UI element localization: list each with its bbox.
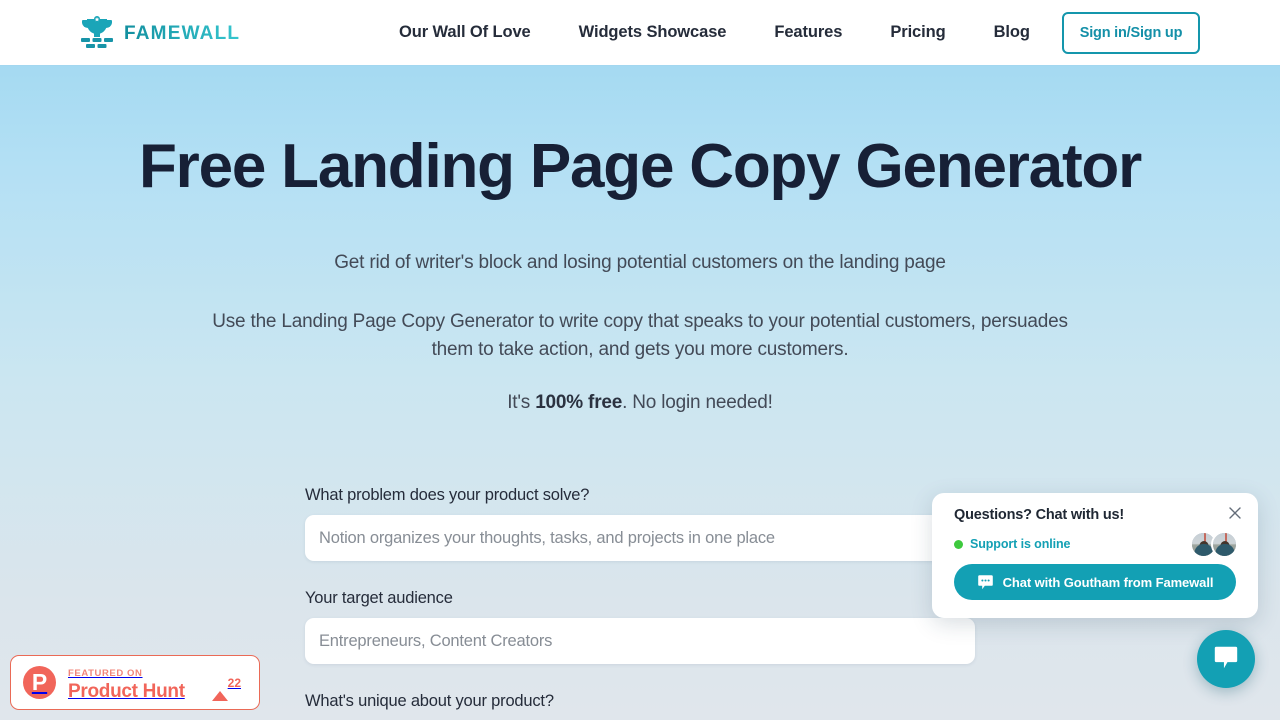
hero-subtitle-secondary: Use the Landing Page Copy Generator to w… <box>212 311 1068 360</box>
chat-bubble-icon <box>1212 644 1240 675</box>
nav-item-blog[interactable]: Blog <box>994 23 1030 42</box>
brand-logo[interactable]: FAMEWALL <box>78 15 274 51</box>
site-header: FAMEWALL Our Wall Of Love Widgets Showca… <box>0 0 1280 65</box>
free-note-emphasis: 100% free <box>535 392 623 413</box>
field-problem-label: What problem does your product solve? <box>305 486 590 504</box>
chat-bubble-icon <box>977 574 994 591</box>
chat-status: Support is online <box>954 537 1070 551</box>
nav-item-our-wall-of-love[interactable]: Our Wall Of Love <box>399 23 531 42</box>
field-problem-input[interactable] <box>305 515 975 561</box>
sign-in-sign-up-button[interactable]: Sign in/Sign up <box>1062 12 1200 54</box>
hero-free-note: It's 100% free. No login needed! <box>0 392 1280 414</box>
chat-prompt-card: Questions? Chat with us! Support is onli… <box>932 493 1258 618</box>
nav-item-features[interactable]: Features <box>774 23 842 42</box>
free-note-prefix: It's <box>507 392 536 413</box>
field-audience: Your target audience <box>305 589 975 664</box>
nav-item-widgets-showcase[interactable]: Widgets Showcase <box>579 23 727 42</box>
copy-generator-form: What problem does your product solve? Yo… <box>305 486 975 711</box>
free-note-suffix: . No login needed! <box>622 392 773 413</box>
product-hunt-badge[interactable]: P FEATURED ON Product Hunt 22 <box>10 655 260 710</box>
chat-launcher-button[interactable] <box>1197 630 1255 688</box>
chat-with-agent-button[interactable]: Chat with Goutham from Famewall <box>954 564 1236 600</box>
avatar <box>1211 531 1238 558</box>
agent-avatar-group <box>1190 531 1238 558</box>
product-hunt-upvote[interactable]: 22 <box>211 673 241 701</box>
field-audience-label: Your target audience <box>305 589 453 607</box>
product-hunt-text-group: FEATURED ON Product Hunt <box>68 663 212 703</box>
hero-subtitle-primary: Get rid of writer's block and losing pot… <box>334 252 946 273</box>
upvote-triangle-icon <box>211 673 228 701</box>
nav-item-pricing[interactable]: Pricing <box>890 23 945 42</box>
product-hunt-name: Product Hunt <box>68 680 185 702</box>
hero-section: Free Landing Page Copy Generator Get rid… <box>0 66 1280 720</box>
brand-wordmark: FAMEWALL <box>124 22 274 44</box>
online-status-dot-icon <box>954 539 963 549</box>
field-unique: What's unique about your product? <box>305 692 975 711</box>
product-hunt-logo-icon: P <box>23 666 56 699</box>
svg-text:FAMEWALL: FAMEWALL <box>124 23 240 44</box>
page-title: Free Landing Page Copy Generator <box>138 132 1142 201</box>
product-hunt-upvote-count: 22 <box>227 675 241 690</box>
field-problem: What problem does your product solve? <box>305 486 975 561</box>
field-audience-input[interactable] <box>305 618 975 664</box>
field-unique-label: What's unique about your product? <box>305 692 554 710</box>
primary-navigation: Our Wall Of Love Widgets Showcase Featur… <box>399 0 1030 65</box>
chat-card-title: Questions? Chat with us! <box>954 507 1125 523</box>
product-hunt-featured-label: FEATURED ON <box>68 667 143 679</box>
famewall-trophy-icon <box>78 16 116 50</box>
chat-status-text: Support is online <box>970 537 1071 551</box>
chat-cta-label: Chat with Goutham from Famewall <box>1002 574 1214 590</box>
close-icon[interactable] <box>1226 504 1244 522</box>
